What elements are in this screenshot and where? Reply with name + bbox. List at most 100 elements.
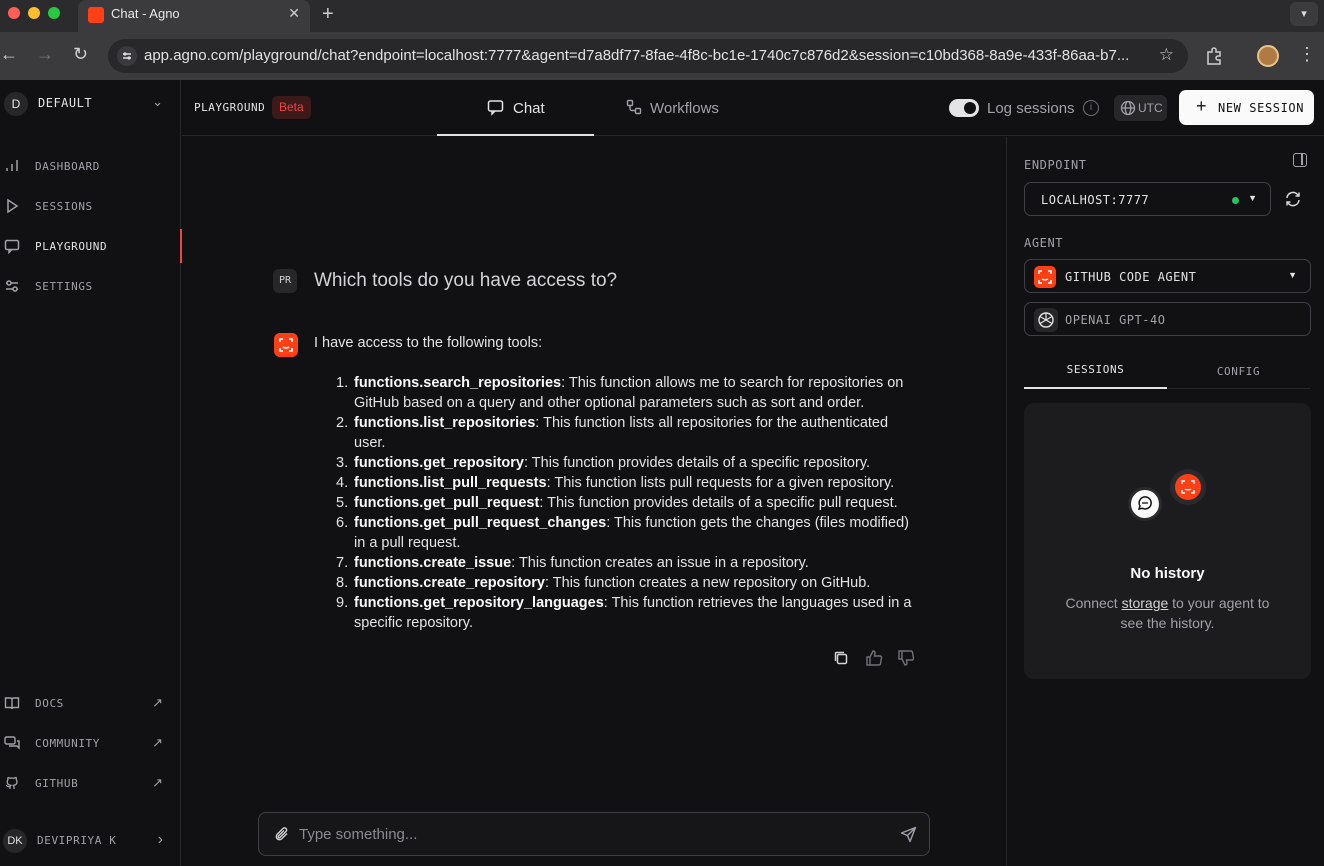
- book-icon: [4, 697, 20, 710]
- back-arrow-icon[interactable]: ←: [0, 44, 18, 65]
- tab-workflows[interactable]: Workflows: [594, 80, 744, 136]
- refresh-icon[interactable]: [1284, 190, 1302, 208]
- tab-sessions[interactable]: SESSIONS: [1024, 363, 1167, 389]
- thumbs-down-icon[interactable]: [897, 649, 915, 667]
- sidebar-item-label: COMMUNITY: [35, 737, 101, 750]
- agent-select[interactable]: GITHUB CODE AGENT ▼: [1024, 259, 1311, 293]
- send-icon[interactable]: [900, 826, 917, 843]
- browser-tab[interactable]: Chat - Agno ✕: [78, 0, 310, 32]
- storage-link[interactable]: storage: [1122, 595, 1169, 611]
- sidebar-item-label: GITHUB: [35, 777, 79, 790]
- user-menu[interactable]: DK DEVIPRIYA K ›: [0, 827, 181, 855]
- list-item: 4. functions.list_pull_requests: This fun…: [336, 475, 895, 491]
- timezone-label: UTC: [1138, 101, 1163, 115]
- close-window-button[interactable]: [8, 7, 20, 19]
- endpoint-select[interactable]: LOCALHOST:7777 ▼: [1024, 182, 1271, 216]
- github-icon: [5, 776, 18, 789]
- chat-icon: [487, 100, 504, 116]
- sidebar-item-sessions[interactable]: SESSIONS: [0, 189, 181, 223]
- list-item: 5. functions.get_pull_request: This funct…: [336, 495, 898, 511]
- browser-menu-icon[interactable]: ⋮: [1298, 44, 1316, 65]
- agent-avatar-icon: [274, 333, 298, 357]
- collapse-panel-icon[interactable]: [1293, 153, 1307, 167]
- plus-icon: +: [1196, 96, 1207, 116]
- endpoint-label: ENDPOINT: [1024, 158, 1087, 172]
- model-value: OPENAI GPT-4O: [1065, 313, 1166, 327]
- log-sessions-toggle[interactable]: [949, 99, 979, 117]
- copy-icon[interactable]: [832, 649, 850, 667]
- bookmark-star-icon[interactable]: ☆: [1159, 45, 1174, 65]
- new-session-label: NEW SESSION: [1218, 101, 1305, 115]
- new-session-button[interactable]: + NEW SESSION: [1179, 90, 1314, 125]
- history-empty-state: No history Connect storage to your agent…: [1024, 403, 1311, 679]
- external-link-icon: ↗: [152, 775, 163, 790]
- site-settings-icon[interactable]: [117, 46, 137, 66]
- tab-search-chevron-icon[interactable]: ▾: [1290, 2, 1318, 26]
- workflow-icon: [626, 99, 642, 115]
- sidebar-item-label: SETTINGS: [35, 280, 93, 293]
- config-panel: ENDPOINT LOCALHOST:7777 ▼ AGENT GITHUB C…: [1006, 137, 1324, 866]
- model-display: OPENAI GPT-4O: [1024, 302, 1311, 336]
- no-history-description: Connect storage to your agent to see the…: [1065, 595, 1270, 631]
- avatar: DK: [3, 829, 27, 853]
- sliders-icon: [6, 280, 18, 292]
- agent-bubble-icon: [1170, 469, 1206, 505]
- beta-badge: Beta: [272, 96, 311, 119]
- chat-bubbles-icon: [4, 736, 20, 750]
- workspace-name: DEFAULT: [38, 96, 93, 110]
- workspace-avatar: D: [4, 92, 28, 116]
- list-item: 3. functions.get_repository: This functio…: [336, 455, 871, 471]
- minimize-window-button[interactable]: [28, 7, 40, 19]
- user-name: DEVIPRIYA K: [37, 834, 117, 847]
- tab-label: CONFIG: [1216, 365, 1261, 378]
- extensions-icon[interactable]: [1205, 47, 1223, 65]
- sidebar-link-github[interactable]: GITHUB ↗: [0, 766, 181, 800]
- tool-list: 1. functions.search_repositories: This fu…: [314, 373, 914, 633]
- message-input[interactable]: Type something...: [299, 826, 417, 843]
- list-item: 9. functions.get_repository_languages: Th…: [336, 595, 912, 631]
- log-sessions-label: Log sessions: [987, 100, 1075, 117]
- browser-toolbar: ← → ↻ app.agno.com/playground/chat?endpo…: [0, 32, 1324, 80]
- list-item: 2. functions.list_repositories: This func…: [336, 415, 889, 451]
- play-icon: [7, 198, 19, 214]
- info-icon[interactable]: i: [1083, 100, 1099, 116]
- sidebar: D DEFAULT ⌄ DASHBOARD SESSIONS PLAYGROUN…: [0, 80, 182, 866]
- paperclip-icon[interactable]: [274, 826, 290, 842]
- playground-header: PLAYGROUND Beta Chat Workflows Log sessi…: [182, 80, 1324, 136]
- timezone-button[interactable]: UTC: [1114, 95, 1167, 121]
- profile-avatar[interactable]: [1257, 45, 1279, 67]
- tab-config[interactable]: CONFIG: [1167, 363, 1310, 389]
- tab-title: Chat - Agno: [111, 6, 180, 21]
- sidebar-link-docs[interactable]: DOCS ↗: [0, 686, 181, 720]
- sidebar-item-dashboard[interactable]: DASHBOARD: [0, 149, 181, 183]
- workspace-selector[interactable]: D DEFAULT ⌄: [0, 92, 181, 116]
- globe-icon: [1120, 100, 1136, 116]
- chat-area: PR Which tools do you have access to? I …: [182, 137, 1006, 866]
- tab-chat[interactable]: Chat: [437, 80, 594, 136]
- user-message: Which tools do you have access to?: [314, 270, 618, 291]
- agent-logo-icon: [1034, 266, 1056, 288]
- new-tab-icon[interactable]: +: [322, 3, 334, 26]
- list-item: 8. functions.create_repository: This func…: [336, 575, 871, 591]
- sidebar-item-settings[interactable]: SETTINGS: [0, 269, 181, 303]
- sidebar-item-playground[interactable]: PLAYGROUND: [0, 229, 182, 263]
- bar-chart-icon: [6, 160, 18, 171]
- browser-tab-bar: Chat - Agno ✕ + ▾: [0, 0, 1324, 32]
- thumbs-up-icon[interactable]: [865, 649, 883, 667]
- tab-label: Workflows: [650, 100, 719, 117]
- close-tab-icon[interactable]: ✕: [288, 5, 300, 22]
- chat-input-box: Type something...: [258, 812, 930, 856]
- user-avatar: PR: [273, 269, 297, 293]
- reload-icon[interactable]: ↻: [73, 44, 88, 65]
- maximize-window-button[interactable]: [48, 7, 60, 19]
- chevron-down-icon: ⌄: [152, 94, 163, 109]
- page-title: PLAYGROUND: [194, 101, 266, 114]
- sidebar-item-label: DASHBOARD: [35, 160, 101, 173]
- address-bar[interactable]: app.agno.com/playground/chat?endpoint=lo…: [108, 39, 1188, 73]
- no-history-title: No history: [1130, 565, 1205, 582]
- list-item: 6. functions.get_pull_request_changes: Th…: [336, 515, 909, 551]
- forward-arrow-icon[interactable]: →: [36, 44, 54, 65]
- sidebar-item-label: PLAYGROUND: [35, 240, 108, 253]
- agent-value: GITHUB CODE AGENT: [1065, 270, 1197, 284]
- sidebar-link-community[interactable]: COMMUNITY ↗: [0, 726, 181, 760]
